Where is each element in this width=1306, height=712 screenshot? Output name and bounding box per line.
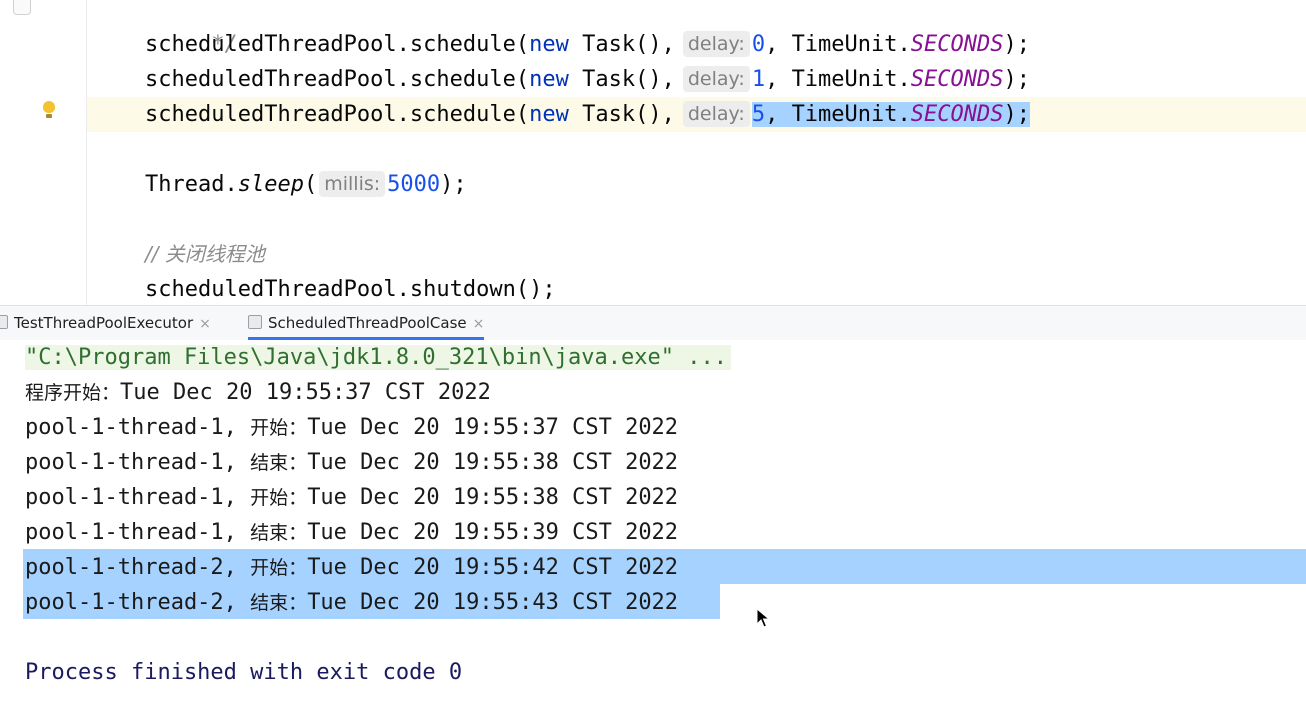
run-config-icon bbox=[248, 315, 262, 329]
console-line: pool-1-thread-1, 结束：Tue Dec 20 19:55:39 … bbox=[25, 515, 678, 550]
event-label: 结束： bbox=[250, 452, 308, 474]
tab-test-thread-pool-executor[interactable]: TestThreadPoolExecutor × bbox=[0, 306, 211, 340]
keyword: new bbox=[529, 32, 569, 57]
mouse-pointer-icon bbox=[756, 608, 770, 628]
param-hint: millis: bbox=[319, 171, 386, 197]
code-line-comment[interactable]: // 关闭线程池 bbox=[145, 237, 265, 272]
run-config-icon bbox=[0, 315, 8, 329]
code-line-comment-end[interactable]: */ bbox=[145, 0, 238, 57]
editor-gutter[interactable] bbox=[0, 0, 87, 305]
param-hint: delay: bbox=[682, 66, 750, 92]
event-label: 结束： bbox=[250, 592, 308, 614]
timestamp: Tue Dec 20 19:55:37 CST 2022 bbox=[120, 380, 491, 405]
method-name: schedule bbox=[409, 32, 516, 57]
timestamp: Tue Dec 20 19:55:38 CST 2022 bbox=[307, 485, 679, 510]
tab-scheduled-thread-pool-case[interactable]: ScheduledThreadPoolCase × bbox=[248, 306, 485, 340]
code-line-sleep[interactable]: Thread.sleep(millis: 5000); bbox=[145, 167, 467, 202]
timestamp: Tue Dec 20 19:55:42 CST 2022 bbox=[307, 555, 679, 580]
console-line: pool-1-thread-1, 开始：Tue Dec 20 19:55:37 … bbox=[25, 410, 678, 445]
method-name: shutdown bbox=[409, 277, 516, 302]
millis-value: 5000 bbox=[387, 172, 441, 197]
comment-text: // 关闭线程池 bbox=[145, 242, 265, 266]
close-icon[interactable]: × bbox=[199, 316, 211, 332]
class-name: Task bbox=[582, 67, 636, 92]
console-command-line[interactable]: "C:\Program Files\Java\jdk1.8.0_321\bin\… bbox=[25, 340, 731, 375]
thread-name: pool-1-thread-2, bbox=[25, 555, 251, 580]
code-editor[interactable]: */ scheduledThreadPool.schedule(new Task… bbox=[0, 0, 1306, 305]
param-hint: delay: bbox=[682, 31, 750, 57]
editor-selection: 5, TimeUnit.SECONDS); bbox=[751, 102, 1030, 127]
fold-icon[interactable] bbox=[13, 0, 31, 15]
param-hint: delay: bbox=[682, 101, 750, 127]
timestamp: Tue Dec 20 19:55:38 CST 2022 bbox=[307, 450, 679, 475]
code-line-schedule-5[interactable]: scheduledThreadPool.schedule(new Task(),… bbox=[145, 97, 1030, 132]
keyword: new bbox=[529, 67, 569, 92]
console-output[interactable]: "C:\Program Files\Java\jdk1.8.0_321\bin\… bbox=[0, 340, 1306, 712]
thread-name: pool-1-thread-1, bbox=[25, 485, 251, 510]
console-start-line: 程序开始：Tue Dec 20 19:55:37 CST 2022 bbox=[25, 375, 491, 410]
receiver: scheduledThreadPool bbox=[145, 67, 397, 92]
thread-name: pool-1-thread-2, bbox=[25, 590, 251, 615]
close-icon[interactable]: × bbox=[473, 316, 485, 332]
exit-message: Process finished with exit code 0 bbox=[25, 660, 463, 685]
console-line: pool-1-thread-1, 开始：Tue Dec 20 19:55:38 … bbox=[25, 480, 678, 515]
class-name: Task bbox=[582, 32, 636, 57]
delay-value: 0 bbox=[751, 32, 766, 57]
constant: SECONDS bbox=[910, 102, 1004, 127]
code-line-schedule-0[interactable]: scheduledThreadPool.schedule(new Task(),… bbox=[145, 27, 1030, 62]
run-tab-bar: TestThreadPoolExecutor × ScheduledThreadP… bbox=[0, 305, 1306, 341]
receiver: scheduledThreadPool bbox=[145, 102, 397, 127]
constant: SECONDS bbox=[910, 32, 1004, 57]
timestamp: Tue Dec 20 19:55:37 CST 2022 bbox=[307, 415, 679, 440]
code-line-shutdown[interactable]: scheduledThreadPool.shutdown(); bbox=[145, 272, 556, 305]
method-name: sleep bbox=[237, 172, 304, 197]
console-line: pool-1-thread-2, 开始：Tue Dec 20 19:55:42 … bbox=[25, 550, 678, 585]
console-line: pool-1-thread-2, 结束：Tue Dec 20 19:55:43 … bbox=[25, 585, 678, 620]
event-label: 开始： bbox=[250, 557, 308, 579]
thread-name: pool-1-thread-1, bbox=[25, 520, 251, 545]
method-name: schedule bbox=[409, 102, 516, 127]
timestamp: Tue Dec 20 19:55:39 CST 2022 bbox=[307, 520, 679, 545]
tab-label: TestThreadPoolExecutor bbox=[14, 314, 194, 332]
event-label: 开始： bbox=[250, 487, 308, 509]
timestamp: Tue Dec 20 19:55:43 CST 2022 bbox=[307, 590, 679, 615]
code-line-schedule-1[interactable]: scheduledThreadPool.schedule(new Task(),… bbox=[145, 62, 1030, 97]
delay-value: 1 bbox=[751, 67, 766, 92]
class-name: TimeUnit bbox=[791, 32, 898, 57]
console-line: pool-1-thread-1, 结束：Tue Dec 20 19:55:38 … bbox=[25, 445, 678, 480]
class-name: TimeUnit bbox=[791, 102, 898, 127]
constant: SECONDS bbox=[910, 67, 1004, 92]
delay-value: 5 bbox=[751, 102, 766, 127]
lightbulb-icon[interactable] bbox=[41, 101, 57, 123]
receiver: Thread bbox=[145, 172, 225, 197]
tab-label: ScheduledThreadPoolCase bbox=[268, 314, 467, 332]
receiver: scheduledThreadPool bbox=[145, 277, 397, 302]
receiver: scheduledThreadPool bbox=[145, 32, 397, 57]
start-label: 程序开始： bbox=[25, 382, 121, 404]
class-name: TimeUnit bbox=[791, 67, 898, 92]
thread-name: pool-1-thread-1, bbox=[25, 450, 251, 475]
thread-name: pool-1-thread-1, bbox=[25, 415, 251, 440]
keyword: new bbox=[529, 102, 569, 127]
method-name: schedule bbox=[409, 67, 516, 92]
event-label: 结束： bbox=[250, 522, 308, 544]
class-name: Task bbox=[582, 102, 636, 127]
java-command[interactable]: "C:\Program Files\Java\jdk1.8.0_321\bin\… bbox=[25, 345, 731, 370]
event-label: 开始： bbox=[250, 417, 308, 439]
